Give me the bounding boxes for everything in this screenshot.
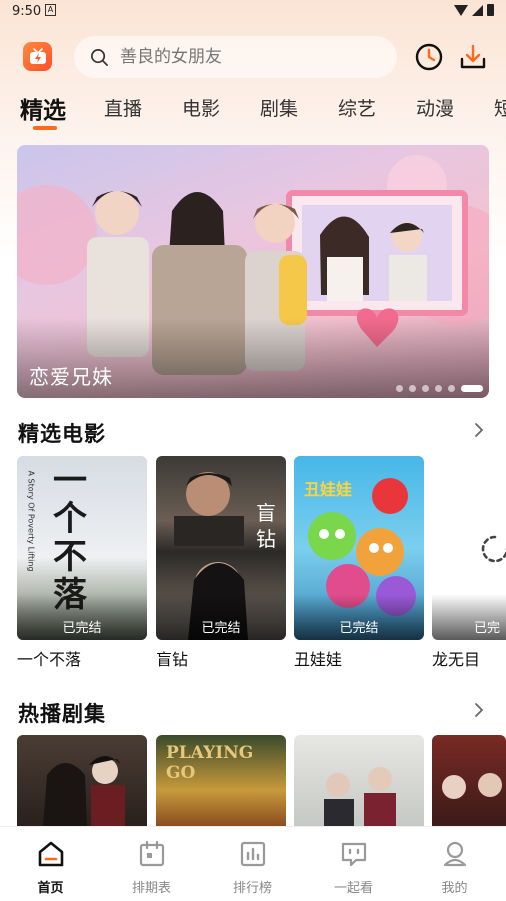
movie-poster: 盲钻 已完结	[156, 456, 286, 640]
chat-icon	[341, 842, 367, 867]
status-badge: 已完结	[62, 621, 102, 636]
movie-title: 一个不落	[17, 650, 82, 669]
hero-banner[interactable]: 恋爱兄妹	[17, 145, 489, 398]
movie-title: 盲钻	[156, 650, 189, 669]
bottom-nav: 首页 排期表 排行榜 一起看 我的	[0, 826, 506, 901]
carousel-dot[interactable]	[396, 385, 403, 392]
carousel-dots	[396, 385, 483, 392]
tab-short[interactable]: 短	[494, 94, 506, 121]
tab-variety[interactable]: 综艺	[338, 94, 376, 121]
tab-featured[interactable]: 精选	[20, 91, 66, 125]
series-card[interactable]	[432, 735, 506, 827]
banner-title: 恋爱兄妹	[29, 365, 113, 389]
tab-live[interactable]: 直播	[104, 94, 142, 121]
status-bar: 9:50 A	[0, 0, 506, 24]
poster-title-text: 一个不落	[53, 461, 87, 614]
tab-active-indicator	[33, 126, 57, 130]
poster-subtitle-text: A Story Of Poverty Lifting	[26, 470, 36, 572]
series-card[interactable]	[294, 735, 424, 827]
movie-poster: 一个不落 A Story Of Poverty Lifting 已完结	[17, 456, 147, 640]
tab-series[interactable]: 剧集	[260, 94, 298, 121]
user-icon	[443, 841, 467, 867]
movie-card[interactable]: 盲钻 已完结 盲钻	[156, 456, 286, 670]
category-tabs: 精选 直播 电影 剧集 综艺 动漫 短	[0, 90, 506, 132]
chevron-right-icon[interactable]	[474, 702, 484, 718]
series-section-title: 热播剧集	[18, 702, 106, 726]
calendar-icon	[139, 840, 165, 867]
status-badge: 已完结	[201, 621, 241, 636]
movies-section-title: 精选电影	[18, 422, 106, 446]
series-card[interactable]	[17, 735, 147, 827]
nav-label: 首页	[37, 881, 64, 896]
series-poster-text: PLAYING GO	[166, 743, 254, 783]
status-badge: 已完结	[339, 621, 379, 636]
carousel-dot[interactable]	[422, 385, 429, 392]
chevron-right-icon[interactable]	[474, 422, 484, 438]
nav-label: 一起看	[333, 881, 373, 896]
search-input[interactable]	[120, 46, 380, 68]
tab-anime[interactable]: 动漫	[416, 94, 454, 121]
loading-spinner-icon	[481, 535, 506, 563]
nav-ranking[interactable]: 排行榜	[202, 827, 303, 901]
status-badge: 已完	[474, 621, 501, 636]
nav-label: 排行榜	[232, 881, 272, 896]
movie-poster: 丑娃娃 已完结	[294, 456, 424, 640]
signal-icon	[472, 4, 483, 16]
home-icon	[38, 841, 64, 867]
poster-title-text: 丑娃娃	[304, 480, 353, 499]
poster-title-text: 盲钻	[256, 501, 276, 551]
movie-title: 丑娃娃	[294, 650, 343, 669]
chart-icon	[240, 841, 266, 867]
series-card[interactable]: PLAYING GO	[156, 735, 286, 827]
nav-schedule[interactable]: 排期表	[101, 827, 202, 901]
carousel-dot[interactable]	[435, 385, 442, 392]
movie-poster: 已完	[432, 456, 506, 640]
movie-card[interactable]: 已完 龙无目	[432, 456, 506, 670]
search-icon	[91, 49, 108, 66]
nav-label: 我的	[441, 881, 468, 896]
clock-icon[interactable]	[414, 42, 444, 72]
notification-icon: A	[45, 4, 56, 16]
nav-profile[interactable]: 我的	[404, 827, 505, 901]
nav-watch-together[interactable]: 一起看	[303, 827, 404, 901]
carousel-dot-active[interactable]	[461, 385, 483, 392]
movie-title: 龙无目	[432, 650, 481, 669]
nav-home[interactable]: 首页	[0, 827, 101, 901]
status-icons	[454, 4, 494, 16]
movie-card[interactable]: 丑娃娃 已完结 丑娃娃	[294, 456, 424, 670]
nav-label: 排期表	[131, 881, 171, 896]
carousel-dot[interactable]	[409, 385, 416, 392]
carousel-dot[interactable]	[448, 385, 455, 392]
download-icon[interactable]	[458, 42, 488, 72]
wifi-icon	[454, 4, 468, 16]
status-time: 9:50	[12, 4, 42, 19]
battery-icon	[487, 4, 494, 16]
search-bar[interactable]	[74, 36, 397, 78]
tab-movies[interactable]: 电影	[182, 94, 220, 121]
movie-card[interactable]: 一个不落 A Story Of Poverty Lifting 已完结 一个不落	[17, 456, 147, 670]
app-logo-icon[interactable]	[23, 42, 52, 71]
